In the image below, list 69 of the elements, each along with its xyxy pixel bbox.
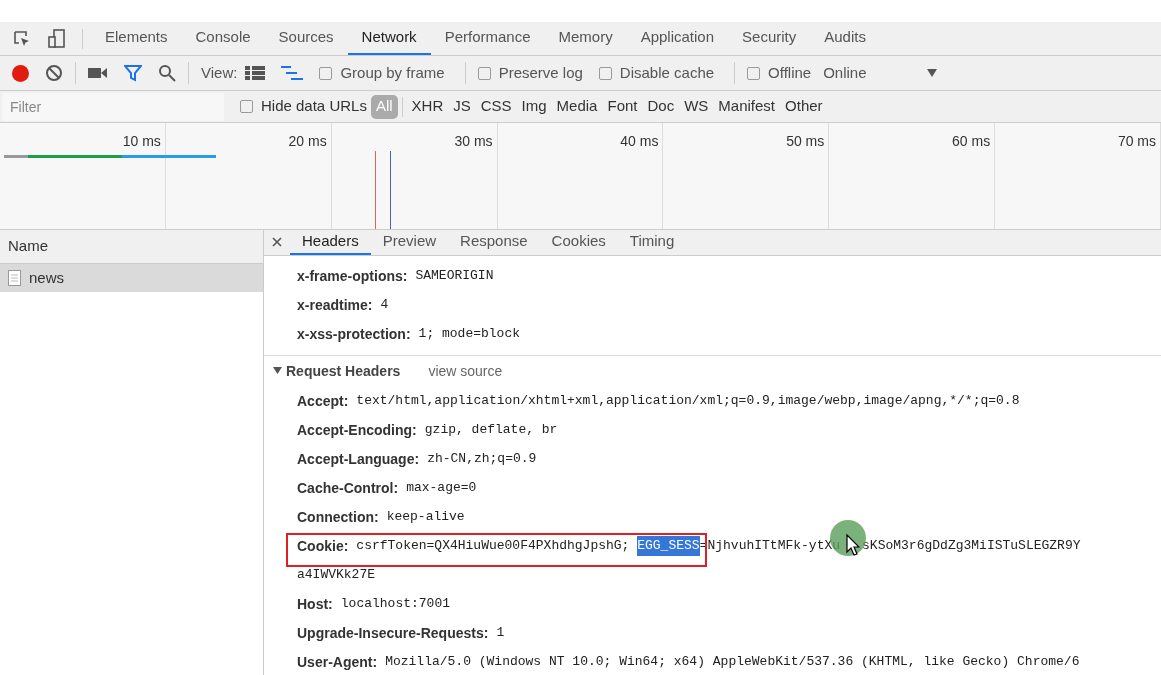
time-tick: 20 ms: [288, 132, 327, 151]
header-name: x-xss-protection:: [297, 324, 411, 344]
header-name: Accept-Language:: [297, 449, 420, 469]
header-value: max-age=0: [406, 479, 477, 498]
panel-tab[interactable]: Elements: [91, 22, 182, 55]
type-filter[interactable]: Other: [780, 94, 828, 119]
type-filter[interactable]: Doc: [642, 94, 680, 119]
view-label: View:: [201, 62, 238, 83]
selected-text: EGG_SESS: [637, 536, 700, 556]
header-value: keep-alive: [386, 508, 465, 527]
header-name: Cache-Control:: [297, 478, 399, 498]
section-title[interactable]: Request Headers: [286, 360, 401, 382]
time-tick: 70 ms: [1117, 132, 1156, 151]
time-tick: 10 ms: [122, 132, 161, 151]
option-label: Group by frame: [340, 62, 445, 83]
panel-tab[interactable]: Security: [728, 22, 811, 55]
panel-tab[interactable]: Performance: [430, 22, 545, 55]
type-filter[interactable]: CSS: [475, 94, 517, 119]
panel-tab[interactable]: Audits: [810, 22, 880, 55]
header-value: SAMEORIGIN: [415, 267, 494, 286]
request-row[interactable]: news: [0, 264, 263, 292]
header-value: text/html,application/xhtml+xml,application/xml;q=0.9,image/webp,image/apng,*/*;q=0.8: [356, 392, 1020, 411]
header-name: x-frame-options:: [297, 266, 408, 286]
time-tick: 40 ms: [620, 132, 659, 151]
header-value: gzip, deflate, br: [424, 421, 558, 440]
option-label: Hide data URLs: [261, 96, 367, 117]
option-label: Disable cache: [619, 62, 715, 83]
header-name: x-readtime:: [297, 295, 373, 315]
type-filter[interactable]: Img: [516, 94, 552, 119]
detail-tab[interactable]: Headers: [290, 230, 371, 255]
view-source-link[interactable]: view source: [428, 360, 503, 382]
panel-tab[interactable]: Application: [626, 22, 729, 55]
header-name: Accept-Encoding:: [297, 420, 417, 440]
header-name: Upgrade-Insecure-Requests:: [297, 623, 489, 643]
panel-tab[interactable]: Console: [181, 22, 265, 55]
header-name: Cookie:: [297, 536, 349, 556]
header-value: 4: [380, 296, 389, 315]
header-value: a4IWVKk27E: [297, 566, 375, 585]
header-value: Mozilla/5.0 (Windows NT 10.0; Win64; x64) AppleWebKit/537.36 (KHTML, like Gecko) Chrome/6: [385, 653, 1080, 672]
header-name: Accept:: [297, 391, 349, 411]
detail-tab[interactable]: Timing: [617, 230, 687, 255]
throttle-dropdown[interactable]: Online: [823, 61, 937, 85]
type-filter[interactable]: Media: [551, 94, 603, 119]
header-value: localhost:7001: [340, 595, 450, 614]
option-label: Offline: [768, 62, 812, 83]
type-filter[interactable]: JS: [448, 94, 476, 119]
detail-tab[interactable]: Preview: [370, 230, 449, 255]
detail-tab[interactable]: Cookies: [539, 230, 618, 255]
filter-field[interactable]: Filter: [2, 92, 224, 121]
header-name: Connection:: [297, 507, 379, 527]
panel-tab[interactable]: Memory: [544, 22, 627, 55]
time-tick: 50 ms: [786, 132, 825, 151]
header-name: Host:: [297, 594, 333, 614]
type-filter[interactable]: Font: [602, 94, 643, 119]
header-value: 1; mode=block: [418, 325, 520, 344]
type-filter[interactable]: WS: [679, 94, 714, 119]
column-header: Name: [8, 236, 48, 257]
panel-tab[interactable]: Sources: [264, 22, 348, 55]
header-value: zh-CN,zh;q=0.9: [427, 450, 537, 469]
time-tick: 30 ms: [454, 132, 493, 151]
detail-tab[interactable]: Response: [448, 230, 540, 255]
header-name: User-Agent:: [297, 652, 378, 672]
header-value: 1: [496, 624, 505, 643]
type-filter[interactable]: XHR: [406, 94, 449, 119]
type-filter[interactable]: Manifest: [713, 94, 781, 119]
option-label: Preserve log: [498, 62, 583, 83]
time-tick: 60 ms: [952, 132, 991, 151]
header-value: sKSoM3r6gDdZg3MiISTuSLEGZR9Y: [862, 537, 1081, 556]
header-value: csrfToken=QX4HiuWue00F4PXhdhgJpshG;: [356, 537, 631, 556]
